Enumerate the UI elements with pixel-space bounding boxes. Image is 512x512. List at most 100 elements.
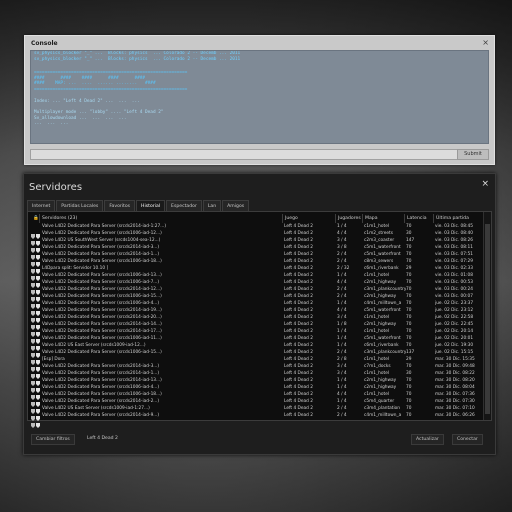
console-close-icon[interactable]: × (482, 38, 489, 47)
server-map: c3m1_plankcountry (364, 287, 406, 292)
server-type-icon (31, 350, 35, 365)
table-row[interactable]: Valve L4D2 Dedicated Para Server (srcds2… (28, 412, 483, 428)
console-input[interactable] (30, 149, 469, 160)
server-game: Left 4 Dead 2 (284, 294, 313, 299)
server-last-played: mar. 30 Dic. 07:36 (435, 392, 475, 397)
server-map: c6m1_riverbank (364, 266, 399, 271)
servers-close-icon[interactable]: × (481, 179, 489, 189)
scrollbar[interactable] (483, 212, 491, 420)
server-map: c2m1_highway (364, 322, 397, 327)
table-row[interactable]: Valve L4D2 Dedicated Para Server (srcds1… (28, 279, 483, 295)
table-row[interactable]: Valve L4D2 Dedicated Para Server (srcds2… (28, 314, 483, 330)
servers-list-panel: 🔒 Servidores (23) Juego Jugadores Mapa L… (27, 211, 492, 428)
table-row[interactable]: Valve L4D2 Dedicated Para Server (srcds1… (28, 258, 483, 274)
server-game: Left 4 Dead 2 (284, 371, 313, 376)
server-players: 3 / 4 (337, 364, 347, 369)
vac-shield-icon (36, 238, 40, 253)
server-name: [Esp] Dora (42, 357, 65, 362)
connect-button[interactable]: Conectar (452, 434, 483, 445)
server-map: c1m1_hotel (364, 273, 390, 278)
vac-shield-icon (36, 378, 40, 393)
server-type-icon (31, 343, 35, 358)
server-name: Valve L4D2 Dedicated Para Server (srcds2… (42, 245, 160, 250)
server-game: Left 4 Dead 2 (284, 385, 313, 390)
table-row[interactable]: Valve L4D2 Dedicated Para Server (srcds2… (28, 398, 483, 414)
col-header-players[interactable]: Jugadores (335, 214, 361, 223)
servers-footer: Cambiar filtros Left 4 Dead 2 Actualizar… (27, 432, 490, 446)
change-filters-button[interactable]: Cambiar filtros (31, 434, 75, 445)
server-last-played: vie. 03 Dic. 00:07 (435, 294, 473, 299)
vac-shield-icon (36, 301, 40, 316)
col-header-game[interactable]: Juego (282, 214, 298, 223)
servers-tabs: Internet Partidas Locales Favoritos Hist… (27, 200, 250, 212)
server-latency: 70 (406, 392, 412, 397)
server-players: 1 / 4 (337, 399, 347, 404)
table-row[interactable]: Valve L4D2 Dedicated Para Server (srcds2… (28, 370, 483, 386)
server-map: c3m4_plantation (364, 406, 400, 411)
server-players: 1 / 4 (337, 301, 347, 306)
server-name: L4Dpara split: Servidor 10.10 ] (42, 266, 109, 271)
server-latency: 70 (406, 385, 412, 390)
table-row[interactable]: Valve L4D2 Dedicated Para Server (srcds2… (28, 307, 483, 323)
server-last-played: vie. 03 Dic. 08:26 (435, 238, 473, 243)
vac-shield-icon (36, 399, 40, 414)
server-game: Left 4 Dead 2 (284, 413, 313, 418)
table-row[interactable]: Valve L4D2 Dedicated Para Server (srcds1… (28, 272, 483, 288)
table-row[interactable]: Valve L4D2 Dedicated Para Server (srcds1… (28, 293, 483, 309)
server-type-icon (31, 329, 35, 344)
table-row[interactable]: [Esp] Dora Left 4 Dead 2 2 / 8 c1m1_hotel 29… (28, 356, 483, 372)
server-map: c1m1_hotel (364, 392, 390, 397)
server-last-played: vie. 03 Dic. 08:45 (435, 224, 473, 229)
table-row[interactable]: Valve L4D2 Dedicated Para Server (srcds2… (28, 223, 483, 239)
table-row[interactable]: Valve L4D2 Dedicated Para Server (srcds2… (28, 321, 483, 337)
scrollbar-thumb[interactable] (485, 224, 490, 414)
server-game: Left 4 Dead 2 (284, 364, 313, 369)
table-row[interactable]: Valve L4D2 Dedicated Para Server (srcds2… (28, 244, 483, 260)
server-type-icon (31, 406, 35, 421)
vac-shield-icon (36, 308, 40, 323)
server-last-played: vie. 03 Dic. 00:24 (435, 287, 473, 292)
server-players: 4 / 4 (337, 280, 347, 285)
server-last-played: jue. 02 Dic. 15:15 (435, 350, 474, 355)
col-header-map[interactable]: Mapa (362, 214, 378, 223)
console-log[interactable]: sv_physics_blocker "_" ... Blocks: physi… (30, 50, 489, 144)
server-type-icon (31, 224, 35, 239)
server-latency: 70 (406, 329, 412, 334)
table-row[interactable]: Valve L4D2 Dedicated Para Server (srcds1… (28, 384, 483, 400)
server-type-icon (31, 399, 35, 414)
col-header-latency[interactable]: Latencia (404, 214, 427, 223)
table-row[interactable]: L4Dpara split: Servidor 10.10 ] Left 4 De… (28, 265, 483, 281)
console-submit-button[interactable]: Submit (457, 149, 489, 160)
col-header-last-played[interactable]: Última partida (433, 214, 469, 223)
table-row[interactable]: Valve L4D2 Dedicated Para Server (srcds1… (28, 349, 483, 365)
table-row[interactable]: Valve L4D2 Dedicated Para Server (srcds1… (28, 230, 483, 246)
server-players: 2 / 4 (337, 287, 347, 292)
table-row[interactable]: Valve L4D2 Dedicated Para Server (srcds2… (28, 377, 483, 393)
table-row[interactable]: Valve L4D2 Dedicated Para Server (srcds1… (28, 300, 483, 316)
server-name: Valve L4D2 US East Server (srcds1009-iad… (42, 343, 146, 348)
server-game: Left 4 Dead 2 (284, 322, 313, 327)
vac-shield-icon (36, 259, 40, 274)
table-row[interactable]: Valve L4D2 Dedicated Para Server (srcds1… (28, 335, 483, 351)
table-row[interactable]: Valve L4D2 US East Server (srcds1009-iad… (28, 405, 483, 421)
server-last-played: jue. 02 Dic. 23:37 (435, 301, 474, 306)
server-players: 2 / 4 (337, 406, 347, 411)
table-row[interactable]: Valve L4D2 US SouthWest Server (srcds100… (28, 237, 483, 253)
vac-shield-icon (36, 392, 40, 407)
table-row[interactable]: Valve L4D2 Dedicated Para Server (srcds2… (28, 286, 483, 302)
server-name: Valve L4D2 Dedicated Para Server (srcds2… (42, 322, 162, 327)
server-name: Valve L4D2 Dedicated Para Server (srcds2… (42, 378, 162, 383)
server-players: 2 / 8 (337, 357, 347, 362)
col-header-name[interactable]: Servidores (23) (39, 214, 77, 223)
table-row[interactable]: Valve L4D2 Dedicated Para Server (srcds2… (28, 363, 483, 379)
vac-shield-icon (36, 315, 40, 330)
table-row[interactable]: Valve L4D2 Dedicated Para Server (srcds1… (28, 391, 483, 407)
table-row[interactable]: Valve L4D2 Dedicated Para Server (srcds2… (28, 251, 483, 267)
server-latency: 70 (406, 287, 412, 292)
server-type-icon (31, 301, 35, 316)
table-row[interactable]: Valve L4D2 US East Server (srcds1009-iad… (28, 342, 483, 358)
console-line: ========================================… (34, 86, 188, 92)
refresh-button[interactable]: Actualizar (411, 434, 444, 445)
table-row[interactable]: Valve L4D2 Dedicated Para Server (srcds2… (28, 328, 483, 344)
server-map: c5m1_waterfront (364, 308, 401, 313)
